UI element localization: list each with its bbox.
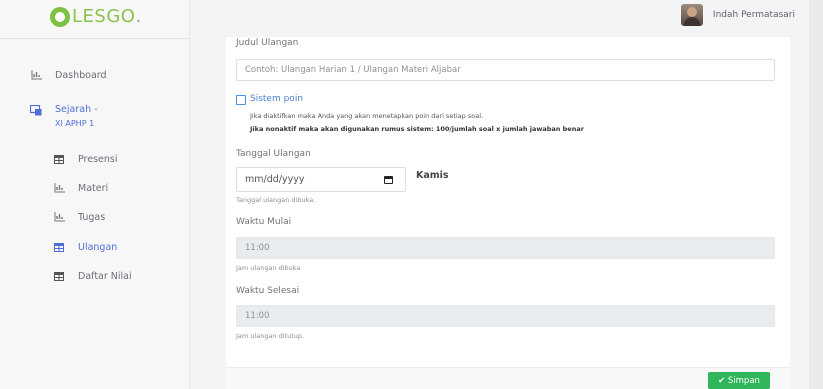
sidebar-item-sejarah[interactable]: Sejarah - XI APHP 1 [29, 104, 98, 128]
mulai-input: 11:00 [236, 237, 775, 259]
chart-icon [52, 211, 66, 223]
sidebar-item-label: Presensi [78, 153, 118, 165]
sidebar-item-materi[interactable]: Materi [52, 182, 108, 194]
selesai-input: 11:00 [236, 305, 775, 327]
table-icon [52, 241, 66, 253]
tanggal-help: Tanggal ulangan dibuka. [236, 196, 316, 204]
logo-dot: . [135, 6, 142, 27]
tanggal-day: Kamis [416, 170, 449, 181]
chart-icon [29, 69, 43, 81]
judul-input[interactable]: Contoh: Ulangan Harian 1 / Ulangan Mater… [236, 59, 775, 81]
sidebar-item-label: Tugas [78, 211, 106, 223]
sidebar-item-label: Materi [78, 182, 109, 194]
save-button[interactable]: ✔ Simpan [708, 372, 770, 389]
sidebar-item-sublabel: XI APHP 1 [55, 119, 95, 128]
logo-icon [50, 6, 70, 27]
mulai-help: Jam ulangan dibuka [236, 264, 301, 272]
sistem-poin-checkbox[interactable] [236, 95, 246, 105]
selesai-label: Waktu Selesai [236, 286, 300, 296]
user-name: Indah Permatasari [712, 10, 795, 20]
app-logo[interactable]: LESGO . [50, 6, 142, 27]
monitor-icon [29, 104, 43, 116]
sidebar-item-label: Sejarah - [55, 104, 98, 115]
user-menu[interactable]: Indah Permatasari [680, 4, 795, 26]
sistem-poin-help: Jika diaktifkan maka Anda yang akan mene… [250, 112, 484, 120]
judul-label: Judul Ulangan [236, 38, 299, 48]
sidebar-item-presensi[interactable]: Presensi [52, 153, 118, 165]
tanggal-label: Tanggal Ulangan [236, 149, 311, 159]
sidebar-item-tugas[interactable]: Tugas [52, 211, 105, 223]
logo-text: LESGO [72, 6, 136, 27]
sidebar-item-label: Ulangan [78, 241, 118, 253]
sidebar-item-label: Daftar Nilai [78, 270, 132, 282]
mulai-label: Waktu Mulai [236, 217, 292, 227]
scrollbar[interactable] [809, 0, 823, 389]
sidebar-item-ulangan[interactable]: Ulangan [52, 241, 117, 253]
sidebar-item-dashboard[interactable]: Dashboard [29, 69, 107, 81]
selesai-help: Jam ulangan ditutup. [236, 332, 305, 340]
sidebar-item-daftar-nilai[interactable]: Daftar Nilai [52, 270, 132, 282]
tanggal-placeholder: mm/dd/yyyy [245, 174, 305, 185]
table-icon [52, 153, 66, 165]
chart-icon [52, 182, 66, 194]
sidebar-item-label: Dashboard [55, 69, 107, 81]
calendar-icon[interactable] [384, 176, 393, 184]
avatar [680, 4, 703, 26]
sidebar: LESGO . Dashboard Sejarah - XI APHP 1 Pr… [0, 0, 190, 389]
table-icon [52, 270, 66, 282]
sistem-poin-formula: Jika nonaktif maka akan digunakan rumus … [250, 125, 584, 133]
form-footer [226, 367, 790, 389]
top-bar: Indah Permatasari [190, 0, 823, 37]
sistem-poin-label[interactable]: Sistem poin [250, 94, 303, 104]
sidebar-divider [0, 38, 190, 39]
tanggal-input[interactable]: mm/dd/yyyy [236, 167, 406, 192]
